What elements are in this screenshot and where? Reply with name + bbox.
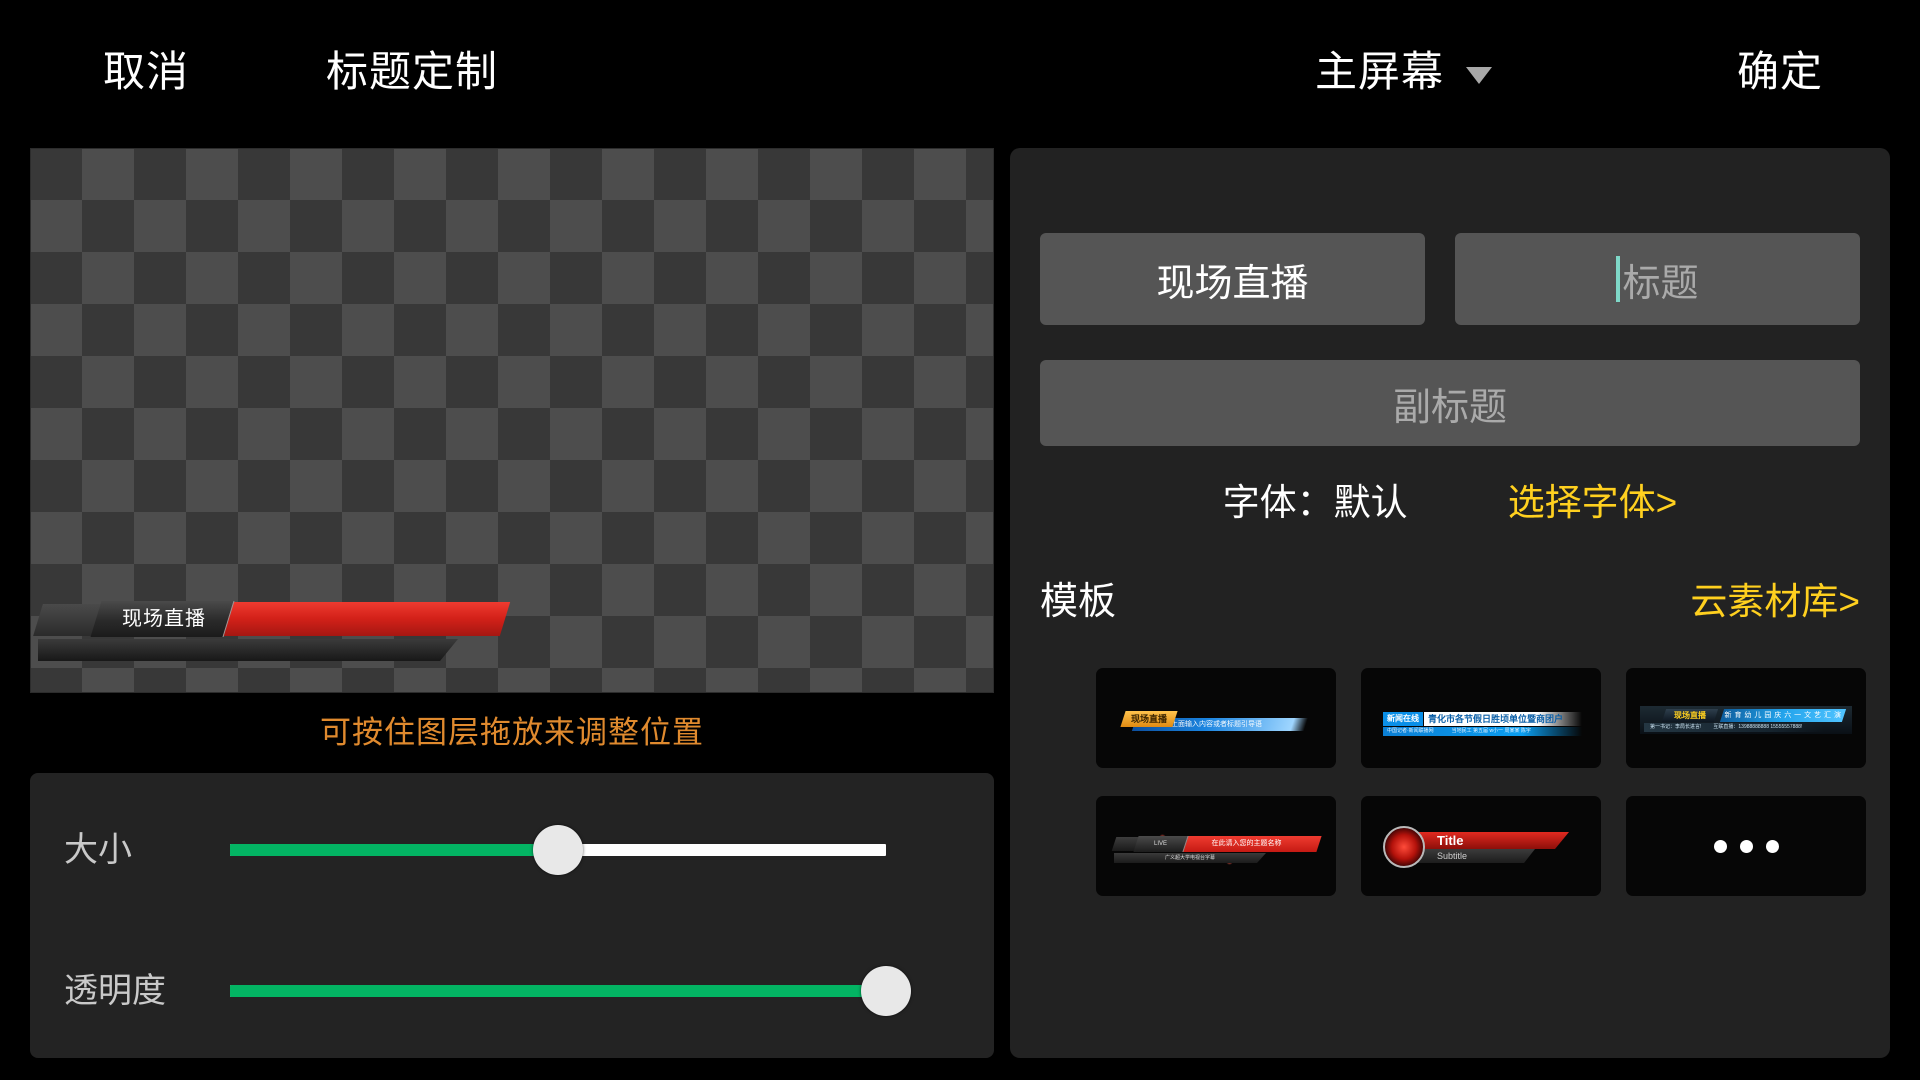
template-2-sub-right: 当地民工 第五届 w小一 周某某 陈宇 (1451, 728, 1531, 734)
preview-canvas[interactable]: 现场直播 (30, 148, 994, 693)
template-4-line1: 在此请入您的主题名称 (1211, 840, 1282, 847)
template-item-4[interactable]: 在此请入您的主题名称 LIVE 广义超大学电视台字幕 (1096, 796, 1336, 896)
template-2-subline: 中国记者·新闻联播网 当地民工 第五届 w小一 周某某 陈宇 (1383, 727, 1582, 736)
template-2-sub-left: 中国记者·新闻联播网 (1387, 728, 1434, 734)
dot-1 (1713, 839, 1727, 853)
adjustment-panel: 大小 透明度 (30, 773, 994, 1058)
opacity-slider-fill (230, 985, 886, 997)
template-4-subline: 广义超大学电视台字幕 (1114, 853, 1266, 863)
title-customization-screen: 取消 标题定制 主屏幕 确定 现场直播 可按住图层拖放来调整位置 大小 透明度 … (0, 0, 1920, 1080)
template-5-title-bar: Title (1417, 832, 1569, 849)
select-font-button[interactable]: 选择字体> (1508, 472, 1678, 526)
template-3-subline: 第一书记：李局长进言! 互联直播：13988888888 15555557888! (1644, 723, 1824, 732)
template-item-more[interactable] (1626, 796, 1866, 896)
main-text-value: 现场直播 (1156, 262, 1309, 305)
template-item-1[interactable]: 在上面输入内容或者标题引导语 现场直播 (1096, 668, 1336, 768)
template-item-2[interactable]: 新闻在线 青化市各节假日胜顷单位暨商团户 中国记者·新闻联播网 当地民工 第五届 … (1361, 668, 1601, 768)
current-font-label: 字体：默认 (1222, 482, 1408, 523)
ellipsis-icon (1626, 796, 1866, 896)
template-4-tag: LIVE (1133, 836, 1189, 852)
template-3-wrap: 现场直播 新 育 幼 儿 园 庆 六 一 文 艺 汇 演 第一书记：李局长进言!… (1640, 706, 1852, 734)
cloud-library-button[interactable]: 云素材库> (1690, 571, 1860, 625)
text-fields-row: 现场直播 标题 (1040, 233, 1860, 325)
template-item-3[interactable]: 现场直播 新 育 幼 儿 园 庆 六 一 文 艺 汇 演 第一书记：李局长进言!… (1626, 668, 1866, 768)
chevron-down-icon (1466, 66, 1493, 84)
size-slider-thumb[interactable] (533, 825, 583, 875)
confirm-button[interactable]: 确定 (1737, 46, 1823, 98)
template-3-bar: 新 育 幼 儿 园 庆 六 一 文 艺 汇 演 (1719, 709, 1847, 722)
page-title-label: 标题定制 (326, 48, 499, 95)
template-4-bar: 在此请入您的主题名称 (1171, 836, 1322, 852)
size-slider-label: 大小 (64, 831, 132, 869)
opacity-slider[interactable] (230, 961, 911, 1021)
template-2-line1: 青化市各节假日胜顷单位暨商团户 (1424, 712, 1582, 726)
size-slider-row: 大小 (30, 820, 994, 880)
dot-3 (1765, 839, 1779, 853)
screen-selector-label: 主屏幕 (1315, 48, 1445, 95)
template-3-tag: 现场直播 (1661, 709, 1719, 722)
subtitle-text-placeholder: 副标题 (1392, 386, 1507, 429)
template-3-sub-right: 互联直播：13988888888 15555557888! (1713, 724, 1803, 730)
template-5-subtitle: Subtitle (1437, 851, 1468, 861)
opacity-slider-thumb[interactable] (861, 966, 911, 1016)
cancel-label: 取消 (103, 48, 190, 95)
template-1-tag-label: 现场直播 (1130, 714, 1167, 724)
size-slider-fill (230, 844, 558, 856)
templates-header: 模板 云素材库> (1040, 570, 1860, 625)
template-3-sub-left: 第一书记：李局长进言! (1650, 724, 1702, 730)
template-item-5[interactable]: Title Subtitle (1361, 796, 1601, 896)
template-3-tag-label: 现场直播 (1674, 711, 1706, 720)
screen-selector-dropdown[interactable]: 主屏幕 (1315, 46, 1493, 98)
page-title: 标题定制 (326, 46, 498, 98)
left-column: 现场直播 可按住图层拖放来调整位置 大小 透明度 (30, 148, 994, 1058)
opacity-slider-row: 透明度 (30, 961, 994, 1021)
template-2-tag: 新闻在线 (1383, 712, 1423, 726)
cancel-button[interactable]: 取消 (103, 46, 189, 98)
template-4-tag-label: LIVE (1153, 841, 1167, 847)
main-text-input[interactable]: 现场直播 (1040, 233, 1425, 325)
template-4-main: 在此请入您的主题名称 LIVE (1111, 836, 1322, 852)
template-3-line1: 新 育 幼 儿 园 庆 六 一 文 艺 汇 演 (1724, 712, 1842, 719)
template-5-subtitle-bar: Subtitle (1417, 849, 1535, 863)
font-row: 字体：默认 选择字体> (1010, 472, 1890, 526)
opacity-slider-label: 透明度 (64, 972, 166, 1010)
overlay-main-bar: 现场直播 (33, 601, 583, 637)
title-text-placeholder: 标题 (1622, 262, 1699, 305)
template-5-title: Title (1437, 833, 1464, 848)
settings-panel: 现场直播 标题 副标题 字体：默认 选择字体> 模板 云素材库> 在上面输入内容… (1010, 148, 1890, 1058)
confirm-label: 确定 (1737, 48, 1824, 95)
overlay-red-bar (187, 602, 511, 636)
record-circle-icon (1383, 826, 1425, 868)
dot-2 (1739, 839, 1753, 853)
overlay-tag: 现场直播 (90, 601, 235, 637)
drag-hint: 可按住图层拖放来调整位置 (320, 715, 704, 750)
top-bar: 取消 标题定制 主屏幕 确定 (0, 0, 1920, 145)
text-cursor-icon (1616, 256, 1621, 302)
template-1-tag: 现场直播 (1120, 711, 1178, 727)
overlay-layer[interactable]: 现场直播 (33, 601, 583, 663)
template-grid: 在上面输入内容或者标题引导语 现场直播 新闻在线 青化市各节假日胜顷单位暨商团户… (1096, 668, 1866, 896)
size-slider[interactable] (230, 820, 890, 880)
title-text-input[interactable]: 标题 (1455, 233, 1860, 325)
overlay-sub-bar (38, 639, 458, 661)
overlay-tag-label: 现场直播 (122, 608, 206, 630)
templates-label: 模板 (1040, 581, 1117, 623)
subtitle-text-input[interactable]: 副标题 (1040, 360, 1860, 446)
